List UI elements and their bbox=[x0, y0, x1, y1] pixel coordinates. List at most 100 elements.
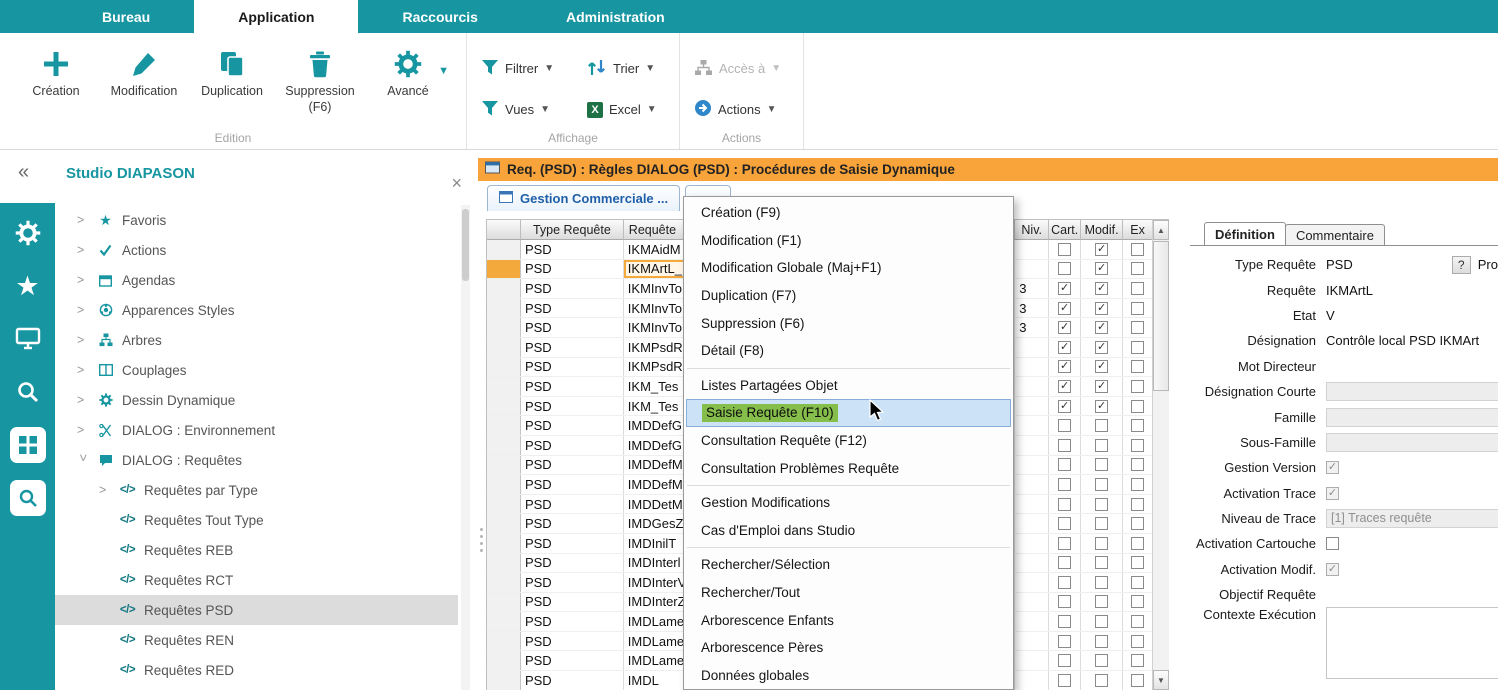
column-header-niv[interactable]: Niv. bbox=[1015, 220, 1049, 240]
checkbox[interactable] bbox=[1058, 576, 1071, 589]
acces-a-button[interactable]: Accès à ▼ bbox=[694, 59, 803, 79]
monitor-icon[interactable] bbox=[10, 321, 46, 357]
cell-ex[interactable] bbox=[1123, 240, 1152, 259]
cell-niv[interactable]: 3 bbox=[1015, 318, 1049, 337]
cell-cart[interactable] bbox=[1049, 593, 1081, 612]
checkbox[interactable]: ✓ bbox=[1326, 461, 1339, 474]
row-selector[interactable] bbox=[487, 593, 521, 612]
checkbox[interactable] bbox=[1095, 556, 1108, 569]
row-selector[interactable] bbox=[487, 436, 521, 455]
checkbox[interactable] bbox=[1131, 439, 1144, 452]
cell-modif[interactable] bbox=[1081, 671, 1123, 690]
checkbox[interactable] bbox=[1058, 556, 1071, 569]
column-header-ex[interactable]: Ex bbox=[1123, 220, 1152, 240]
menu-item-modification-globale-maj-f1[interactable]: Modification Globale (Maj+F1) bbox=[684, 254, 1013, 282]
cell-cart[interactable] bbox=[1049, 436, 1081, 455]
checkbox[interactable]: ✓ bbox=[1058, 282, 1071, 295]
menu-item-rechercher-tout[interactable]: Rechercher/Tout bbox=[684, 579, 1013, 607]
cell-niv[interactable] bbox=[1015, 671, 1049, 690]
checkbox[interactable]: ✓ bbox=[1326, 487, 1339, 500]
row-selector[interactable] bbox=[487, 377, 521, 396]
cell-niv[interactable] bbox=[1015, 612, 1049, 631]
column-header-cart[interactable]: Cart. bbox=[1049, 220, 1081, 240]
cell-ex[interactable] bbox=[1123, 593, 1152, 612]
checkbox[interactable] bbox=[1095, 674, 1108, 687]
tree-item-agendas[interactable]: >Agendas bbox=[55, 265, 458, 295]
row-selector[interactable] bbox=[487, 416, 521, 435]
cell-cart[interactable] bbox=[1049, 260, 1081, 279]
cell-ex[interactable] bbox=[1123, 299, 1152, 318]
checkbox[interactable]: ✓ bbox=[1095, 321, 1108, 334]
checkbox[interactable] bbox=[1095, 654, 1108, 667]
menu-item-arborescence-peres[interactable]: Arborescence Pères bbox=[684, 634, 1013, 662]
cell-modif[interactable] bbox=[1081, 573, 1123, 592]
cell-modif[interactable] bbox=[1081, 456, 1123, 475]
cell-modif[interactable] bbox=[1081, 554, 1123, 573]
checkbox[interactable]: ✓ bbox=[1058, 341, 1071, 354]
cell-ex[interactable] bbox=[1123, 573, 1152, 592]
checkbox[interactable] bbox=[1131, 262, 1144, 275]
cell-niv[interactable]: 3 bbox=[1015, 299, 1049, 318]
cell-ex[interactable] bbox=[1123, 377, 1152, 396]
row-selector[interactable] bbox=[487, 397, 521, 416]
cell-type-requete[interactable]: PSD bbox=[521, 299, 624, 318]
expander-icon[interactable]: > bbox=[77, 393, 94, 407]
checkbox[interactable]: ✓ bbox=[1095, 360, 1108, 373]
tree-item-requetes-red[interactable]: </>Requêtes RED bbox=[55, 655, 458, 685]
checkbox[interactable] bbox=[1131, 635, 1144, 648]
excel-button[interactable]: X Excel ▼ bbox=[587, 102, 687, 118]
checkbox[interactable]: ✓ bbox=[1058, 380, 1071, 393]
cell-niv[interactable] bbox=[1015, 240, 1049, 259]
checkbox[interactable]: ✓ bbox=[1095, 341, 1108, 354]
cell-modif[interactable] bbox=[1081, 416, 1123, 435]
checkbox[interactable] bbox=[1058, 615, 1071, 628]
menu-item-saisie-requete-f10[interactable]: Saisie Requête (F10) bbox=[686, 399, 1011, 427]
checkbox[interactable]: ✓ bbox=[1095, 282, 1108, 295]
cell-type-requete[interactable]: PSD bbox=[521, 534, 624, 553]
cell-cart[interactable] bbox=[1049, 495, 1081, 514]
field-value-area[interactable]: PSD?Pro bbox=[1326, 256, 1498, 274]
cell-cart[interactable] bbox=[1049, 671, 1081, 690]
menu-item-suppression-f6[interactable]: Suppression (F6) bbox=[684, 309, 1013, 337]
expander-icon[interactable]: > bbox=[77, 423, 94, 437]
cell-ex[interactable] bbox=[1123, 632, 1152, 651]
cell-modif[interactable]: ✓ bbox=[1081, 240, 1123, 259]
cell-ex[interactable] bbox=[1123, 514, 1152, 533]
checkbox[interactable]: ✓ bbox=[1058, 360, 1071, 373]
cell-niv[interactable] bbox=[1015, 456, 1049, 475]
cell-modif[interactable] bbox=[1081, 475, 1123, 494]
expander-icon[interactable]: > bbox=[76, 454, 90, 466]
checkbox[interactable] bbox=[1131, 380, 1144, 393]
cell-modif[interactable] bbox=[1081, 593, 1123, 612]
row-selector[interactable] bbox=[487, 651, 521, 670]
checkbox[interactable] bbox=[1058, 419, 1071, 432]
row-selector[interactable] bbox=[487, 456, 521, 475]
cell-cart[interactable] bbox=[1049, 573, 1081, 592]
cell-type-requete[interactable]: PSD bbox=[521, 554, 624, 573]
expander-icon[interactable]: > bbox=[77, 333, 94, 347]
tree-item-favoris[interactable]: >★Favoris bbox=[55, 205, 458, 235]
cell-ex[interactable] bbox=[1123, 554, 1152, 573]
cell-cart[interactable] bbox=[1049, 514, 1081, 533]
cell-modif[interactable] bbox=[1081, 514, 1123, 533]
cell-cart[interactable] bbox=[1049, 534, 1081, 553]
help-button[interactable]: ? bbox=[1452, 256, 1471, 274]
checkbox[interactable] bbox=[1131, 400, 1144, 413]
tree-item-requetes-reb[interactable]: </>Requêtes REB bbox=[55, 535, 458, 565]
menu-item-arborescence-enfants[interactable]: Arborescence Enfants bbox=[684, 606, 1013, 634]
column-header-modif[interactable]: Modif. bbox=[1081, 220, 1123, 240]
checkbox[interactable] bbox=[1058, 674, 1071, 687]
chevron-down-icon[interactable]: ▼ bbox=[438, 65, 449, 77]
cell-niv[interactable] bbox=[1015, 554, 1049, 573]
cell-modif[interactable]: ✓ bbox=[1081, 260, 1123, 279]
menu-item-modification-f1[interactable]: Modification (F1) bbox=[684, 227, 1013, 255]
tab-commentaire[interactable]: Commentaire bbox=[1285, 224, 1385, 245]
cell-modif[interactable] bbox=[1081, 495, 1123, 514]
checkbox[interactable] bbox=[1131, 576, 1144, 589]
checkbox[interactable] bbox=[1058, 478, 1071, 491]
checkbox[interactable] bbox=[1131, 537, 1144, 550]
row-selector[interactable] bbox=[487, 338, 521, 357]
cell-type-requete[interactable]: PSD bbox=[521, 358, 624, 377]
menu-item-cas-d-emploi-dans-studio[interactable]: Cas d'Emploi dans Studio bbox=[684, 517, 1013, 545]
cell-type-requete[interactable]: PSD bbox=[521, 416, 624, 435]
